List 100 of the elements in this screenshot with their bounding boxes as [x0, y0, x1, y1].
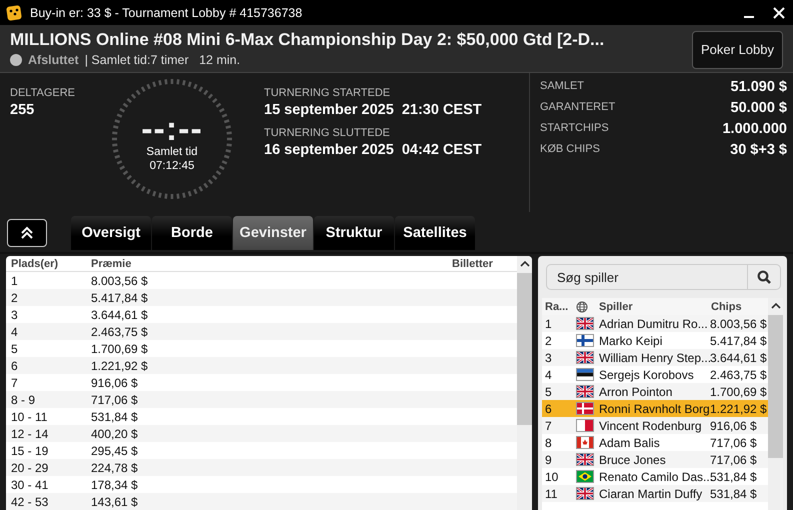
- summary-label: KØB CHIPS: [540, 142, 601, 157]
- app-logo-icon: [6, 4, 22, 20]
- scrollbar[interactable]: [517, 256, 532, 510]
- search-icon: [757, 270, 771, 284]
- player-name: Vincent Rodenburg: [598, 418, 703, 432]
- rank-cell-text: 10: [544, 470, 560, 484]
- player-name: William Henry Step...: [598, 350, 708, 364]
- entrants-count: 255: [10, 102, 36, 118]
- table-cell-text: 717,06 $: [90, 392, 139, 406]
- collapse-button[interactable]: [7, 219, 47, 247]
- search-field[interactable]: Søg spiller: [546, 264, 747, 290]
- player-row[interactable]: 9 Bruce Jones 717,06 $: [542, 451, 768, 468]
- player-row[interactable]: 3 William Henry Step...3.644,61 $: [542, 349, 768, 366]
- player-row[interactable]: 1 Adrian Dumitru Ro... 8.003,56 $: [542, 315, 768, 332]
- flag-icon: [576, 351, 594, 364]
- tab[interactable]: Gevinster: [233, 216, 313, 250]
- poker-lobby-button[interactable]: Poker Lobby: [692, 30, 783, 68]
- tab[interactable]: Borde: [152, 216, 232, 250]
- player-name: Ronni Ravnholt Borg: [598, 402, 708, 416]
- table-cell-text: 1.700,69 $: [90, 342, 149, 356]
- tab[interactable]: Oversigt: [71, 216, 151, 250]
- player-row[interactable]: 8 Adam Balis 717,06 $: [542, 434, 768, 451]
- summary-label: GARANTERET: [540, 100, 616, 115]
- flag-icon: [576, 453, 594, 466]
- table-cell-text: 8.003,56 $: [90, 274, 149, 288]
- column-header: Præmie: [90, 258, 132, 270]
- player-row[interactable]: 11 Ciaran Martin Duffy 531,84 $: [542, 485, 768, 502]
- summary-label: STARTCHIPS: [540, 121, 610, 136]
- table-cell-text: 15 - 19: [10, 444, 50, 458]
- player-row[interactable]: 2 Marko Keipi 5.417,84 $: [542, 332, 768, 349]
- chips-cell-text: 1.700,69 $: [709, 384, 768, 398]
- chips-cell-text: 2.463,75 $: [709, 368, 768, 382]
- column-header: Plads(er): [10, 258, 60, 270]
- column-header: Spiller: [598, 300, 634, 312]
- tab[interactable]: Satellites: [395, 216, 475, 250]
- summary-value: 30 $+3 $: [729, 142, 787, 158]
- rank-cell-text: 8: [544, 436, 553, 450]
- rank-cell-text: 7: [544, 418, 553, 432]
- player-name: Ciaran Martin Duffy: [598, 486, 704, 500]
- player-row[interactable]: 10 Renato Camilo Das...531,84 $: [542, 468, 768, 485]
- tab[interactable]: Struktur: [314, 216, 394, 250]
- rank-cell-text: 1: [544, 316, 553, 330]
- flag-icon: [576, 470, 594, 483]
- table-cell-text: 5.417,84 $: [90, 290, 149, 304]
- rank-cell-text: 6: [544, 402, 553, 416]
- table-cell-text: 12 - 14: [10, 426, 50, 440]
- chips-cell-text: 1.221,92 $: [709, 402, 768, 416]
- search-button[interactable]: [747, 264, 781, 290]
- column-header: Chips: [710, 300, 743, 312]
- summary-value: 1.000.000: [722, 121, 787, 137]
- status-label: Afsluttet: [28, 53, 79, 67]
- chips-cell-text: 717,06 $: [709, 436, 758, 450]
- window-title: Buy-in er: 33 $ - Tournament Lobby # 415736738: [30, 6, 304, 20]
- player-name: Adrian Dumitru Ro...: [598, 316, 708, 330]
- chevrons-up-icon: [20, 226, 34, 240]
- chips-cell-text: 717,06 $: [709, 452, 758, 466]
- table-cell-text: 1.221,92 $: [90, 358, 149, 372]
- column-header: Billetter: [451, 258, 494, 270]
- table-cell-text: 7: [10, 376, 19, 390]
- date-value: 15 september 2025 21:30 CEST: [264, 102, 482, 118]
- close-icon[interactable]: [773, 6, 785, 18]
- rank-cell-text: 2: [544, 334, 553, 348]
- flag-icon: [576, 334, 594, 347]
- player-row[interactable]: 6 Ronni Ravnholt Borg1.221,92 $: [542, 400, 768, 417]
- player-row[interactable]: 7 Vincent Rodenburg 916,06 $: [542, 417, 768, 434]
- flag-icon: [576, 368, 594, 381]
- globe-icon: [576, 300, 588, 312]
- player-row[interactable]: 4 Sergejs Korobovs 2.463,75 $: [542, 366, 768, 383]
- rank-cell-text: 11: [544, 486, 558, 500]
- table-cell-text: 178,34 $: [90, 478, 139, 492]
- table-cell-text: 6: [10, 358, 19, 372]
- chips-cell-text: 3.644,61 $: [710, 350, 768, 364]
- table-cell-text: 1: [10, 274, 19, 288]
- table-cell-text: 2: [10, 290, 19, 304]
- clock-label: Samlet tid: [146, 146, 198, 160]
- clock-display: --:--: [141, 112, 203, 146]
- table-cell-text: 295,45 $: [90, 444, 139, 458]
- rank-cell-text: 5: [544, 384, 553, 398]
- table-cell-text: 4: [10, 324, 19, 338]
- rank-cell-text: 4: [544, 368, 553, 382]
- player-name: Arron Pointon: [598, 384, 674, 398]
- flag-icon: [576, 385, 594, 398]
- table-cell-text: 5: [10, 342, 19, 356]
- table-cell-text: 42 - 53: [10, 494, 50, 508]
- rank-cell-text: 9: [544, 452, 553, 466]
- table-cell-text: 3: [10, 308, 19, 322]
- date-label: TURNERING SLUTTEDE: [264, 127, 391, 139]
- summary-value: 51.090 $: [730, 79, 787, 95]
- table-cell-text: 916,06 $: [90, 376, 139, 390]
- table-cell-text: 20 - 29: [10, 460, 50, 474]
- flag-icon: [576, 487, 594, 500]
- table-cell-text: 400,20 $: [90, 426, 139, 440]
- status-dot-icon: [10, 54, 22, 66]
- date-label: TURNERING STARTEDE: [264, 87, 392, 99]
- table-cell-text: 2.463,75 $: [90, 324, 149, 338]
- summary-label: SAMLET: [540, 79, 586, 94]
- entrants-label: DELTAGERE: [10, 87, 76, 99]
- clock-time: 07:12:45: [150, 160, 194, 174]
- player-row[interactable]: 5 Arron Pointon 1.700,69 $: [542, 383, 768, 400]
- scrollbar[interactable]: [768, 298, 783, 510]
